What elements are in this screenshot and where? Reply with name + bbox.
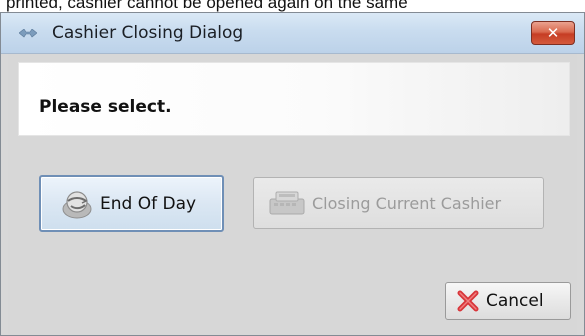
dialog-content: Please select. End Of Day Closing Curren…	[8, 54, 577, 335]
closing-current-cashier-label: Closing Current Cashier	[312, 193, 502, 213]
message-text: Please select.	[39, 97, 172, 117]
close-button[interactable]: ✕	[531, 21, 575, 45]
dialog-title: Cashier Closing Dialog	[52, 23, 244, 43]
end-of-day-label: End Of Day	[100, 193, 197, 214]
end-of-day-button[interactable]: End Of Day	[39, 175, 224, 232]
cancel-x-icon	[457, 290, 479, 312]
end-of-day-icon	[62, 190, 92, 218]
cancel-label: Cancel	[486, 291, 544, 311]
message-panel: Please select.	[18, 62, 570, 136]
closing-current-cashier-button[interactable]: Closing Current Cashier	[253, 177, 544, 229]
title-bar[interactable]: Cashier Closing Dialog ✕	[1, 13, 584, 54]
cancel-button[interactable]: Cancel	[445, 282, 571, 320]
cashier-closing-dialog: Cashier Closing Dialog ✕ Please select. …	[0, 12, 585, 336]
cash-register-icon	[269, 191, 305, 215]
app-icon	[19, 29, 37, 38]
close-icon: ✕	[546, 23, 560, 42]
screen: printed, cashier cannot be opened again …	[0, 0, 585, 336]
